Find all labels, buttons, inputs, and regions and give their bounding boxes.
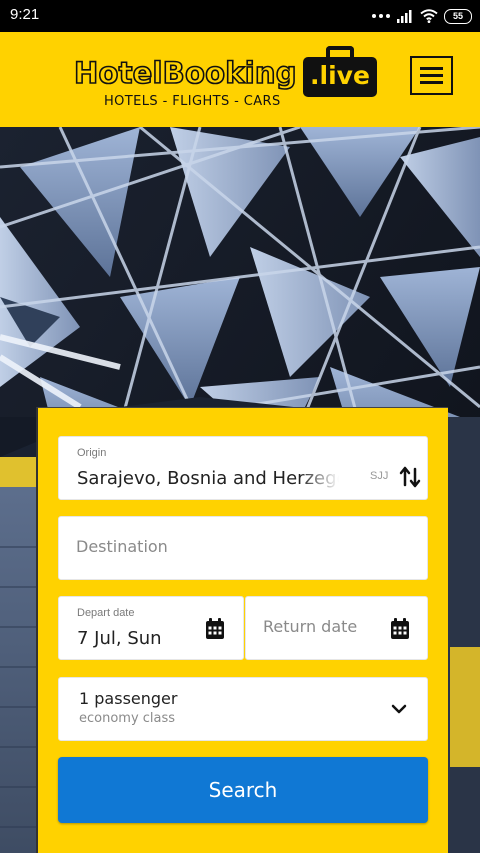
calendar-icon[interactable]	[205, 618, 225, 640]
depart-date-value: 7 Jul, Sun	[77, 628, 162, 649]
passenger-count: 1 passenger	[79, 689, 178, 708]
flight-search-form: Origin Sarajevo, Bosnia and Herzegovina …	[36, 407, 448, 853]
return-date-placeholder: Return date	[263, 617, 358, 636]
search-button[interactable]: Search	[58, 757, 428, 823]
suitcase-icon: .live	[303, 46, 377, 97]
hamburger-menu-icon[interactable]	[410, 56, 453, 95]
depart-date-label: Depart date	[77, 607, 135, 619]
status-icons: 55	[372, 7, 472, 25]
destination-placeholder: Destination	[76, 537, 168, 556]
site-header: HotelBooking .live HOTELS - FLIGHTS - CA…	[0, 32, 480, 127]
wifi-icon	[420, 9, 438, 23]
status-time: 9:21	[10, 6, 40, 23]
logo-wordmark: HotelBooking	[73, 55, 297, 91]
more-dots-icon	[372, 14, 390, 18]
logo-tld: .live	[303, 57, 377, 97]
depart-date-field[interactable]: Depart date 7 Jul, Sun	[58, 596, 244, 660]
passenger-class-selector[interactable]: 1 passenger economy class	[58, 677, 428, 741]
origin-airport-code: SJJ	[370, 470, 389, 482]
signal-icon	[397, 10, 412, 23]
swap-arrows-icon[interactable]	[399, 465, 421, 489]
origin-value: Sarajevo, Bosnia and Herzegovina	[77, 468, 339, 489]
logo-tagline: HOTELS - FLIGHTS - CARS	[104, 94, 281, 109]
status-bar: 9:21 55	[0, 0, 480, 32]
origin-field[interactable]: Origin Sarajevo, Bosnia and Herzegovina …	[58, 436, 428, 500]
origin-label: Origin	[77, 447, 107, 459]
cabin-class: economy class	[79, 711, 176, 726]
battery-icon: 55	[444, 8, 472, 24]
return-date-field[interactable]: Return date	[245, 596, 428, 660]
chevron-down-icon[interactable]	[391, 703, 407, 715]
destination-field[interactable]: Destination	[58, 516, 428, 580]
calendar-icon[interactable]	[390, 618, 410, 640]
